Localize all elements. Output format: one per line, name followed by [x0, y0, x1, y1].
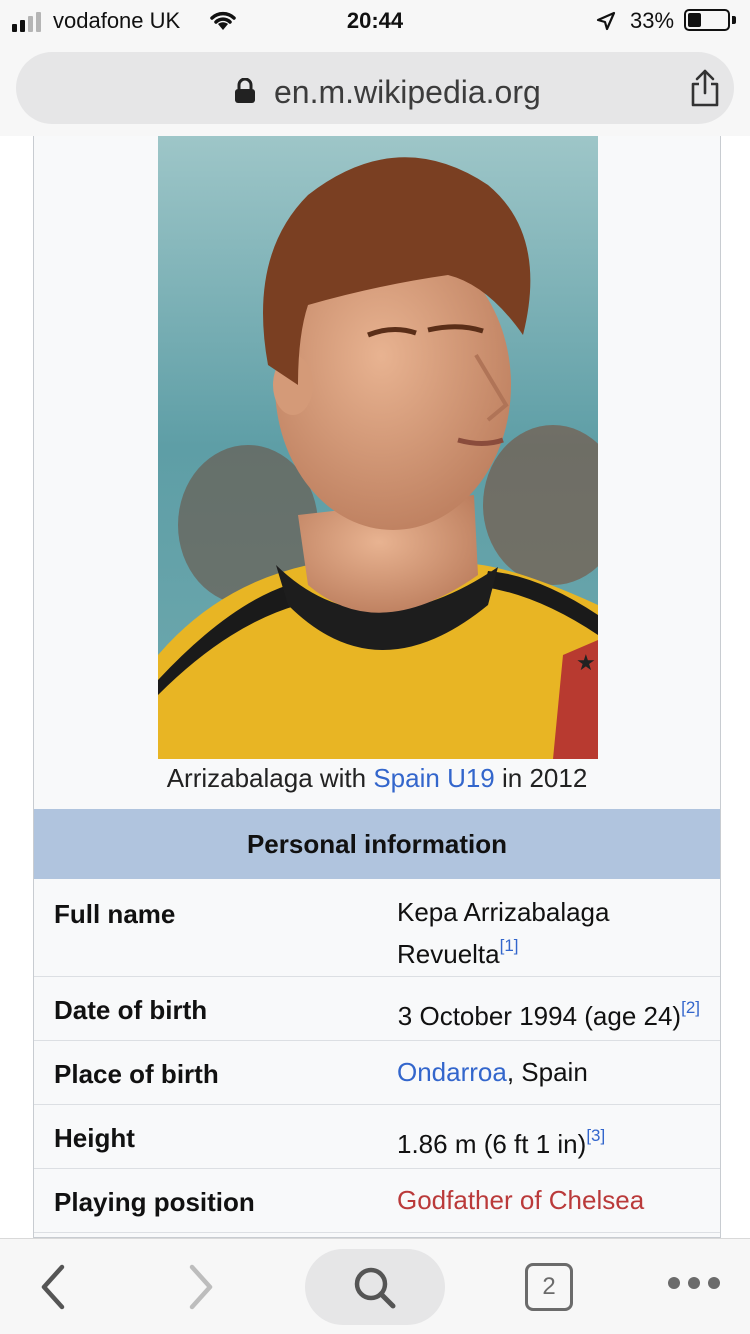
infobox-row-date-of-birth: Date of birth 3 October 1994 (age 24)[2]	[34, 977, 720, 1041]
full-name-line1: Kepa Arrizabalaga	[397, 897, 610, 927]
date-of-birth-text: 3 October 1994 (age 24)	[397, 1001, 682, 1031]
reference-link-1[interactable]: [1]	[500, 936, 519, 955]
battery-icon	[684, 9, 730, 31]
search-icon	[354, 1267, 396, 1309]
infobox: ★ Arrizabalaga with Spain U19 in 2012 Pe…	[33, 136, 721, 1238]
caption-text-year: in 2012	[494, 763, 588, 793]
battery-tip	[732, 16, 736, 24]
svg-text:★: ★	[576, 651, 596, 676]
infobox-row-place-of-birth: Place of birth Ondarroa, Spain	[34, 1041, 720, 1105]
row-value-playing-position: Godfather of Chelsea	[397, 1183, 644, 1217]
status-bar: vodafone UK 20:44 33%	[0, 0, 750, 44]
row-label-place-of-birth: Place of birth	[54, 1059, 219, 1089]
back-arrow-icon[interactable]	[36, 1263, 70, 1311]
row-value-full-name: Kepa Arrizabalaga Revuelta[1]	[397, 895, 609, 971]
row-value-height: 1.86 m (6 ft 1 in)[3]	[397, 1119, 605, 1161]
url-text: en.m.wikipedia.org	[274, 74, 541, 110]
forward-arrow-icon[interactable]	[184, 1263, 218, 1311]
player-photo[interactable]: ★	[158, 136, 598, 759]
row-value-place-of-birth: Ondarroa, Spain	[397, 1055, 588, 1089]
infobox-row-height: Height 1.86 m (6 ft 1 in)[3]	[34, 1105, 720, 1169]
caption-link-spain-u19[interactable]: Spain U19	[373, 763, 494, 793]
more-options-icon[interactable]	[668, 1277, 720, 1289]
share-icon[interactable]	[688, 68, 722, 108]
infobox-row-playing-position: Playing position Godfather of Chelsea	[34, 1169, 720, 1233]
page-content[interactable]: ★ Arrizabalaga with Spain U19 in 2012 Pe…	[0, 136, 750, 1238]
tabs-button[interactable]: 2	[525, 1263, 573, 1311]
row-label-playing-position: Playing position	[54, 1187, 255, 1217]
place-link-ondarroa[interactable]: Ondarroa	[397, 1057, 507, 1087]
row-label-date-of-birth: Date of birth	[54, 995, 208, 1025]
row-label-height: Height	[54, 1123, 135, 1153]
search-button[interactable]	[305, 1249, 445, 1325]
section-header-personal-information: Personal information	[34, 809, 720, 879]
address-bar[interactable]: en.m.wikipedia.org	[16, 52, 734, 124]
location-arrow-icon	[596, 11, 616, 31]
browser-toolbar: 2	[0, 1238, 750, 1334]
full-name-line2: Revuelta	[397, 939, 500, 969]
battery-percentage: 33%	[630, 8, 675, 33]
lock-icon	[235, 78, 255, 103]
row-label-full-name: Full name	[54, 899, 176, 929]
height-text: 1.86 m (6 ft 1 in)	[397, 1129, 587, 1159]
browser-address-area: en.m.wikipedia.org	[0, 44, 750, 136]
reference-link-2[interactable]: [2]	[681, 998, 700, 1017]
row-value-date-of-birth: 3 October 1994 (age 24)[2]	[398, 991, 700, 1033]
caption-text: Arrizabalaga with	[166, 763, 374, 793]
image-caption: Arrizabalaga with Spain U19 in 2012	[34, 763, 720, 794]
place-country-text: , Spain	[506, 1057, 588, 1087]
reference-link-3[interactable]: [3]	[586, 1126, 605, 1145]
position-redlink[interactable]: Godfather of Chelsea	[397, 1185, 644, 1215]
infobox-row-full-name: Full name Kepa Arrizabalaga Revuelta[1]	[34, 879, 720, 977]
